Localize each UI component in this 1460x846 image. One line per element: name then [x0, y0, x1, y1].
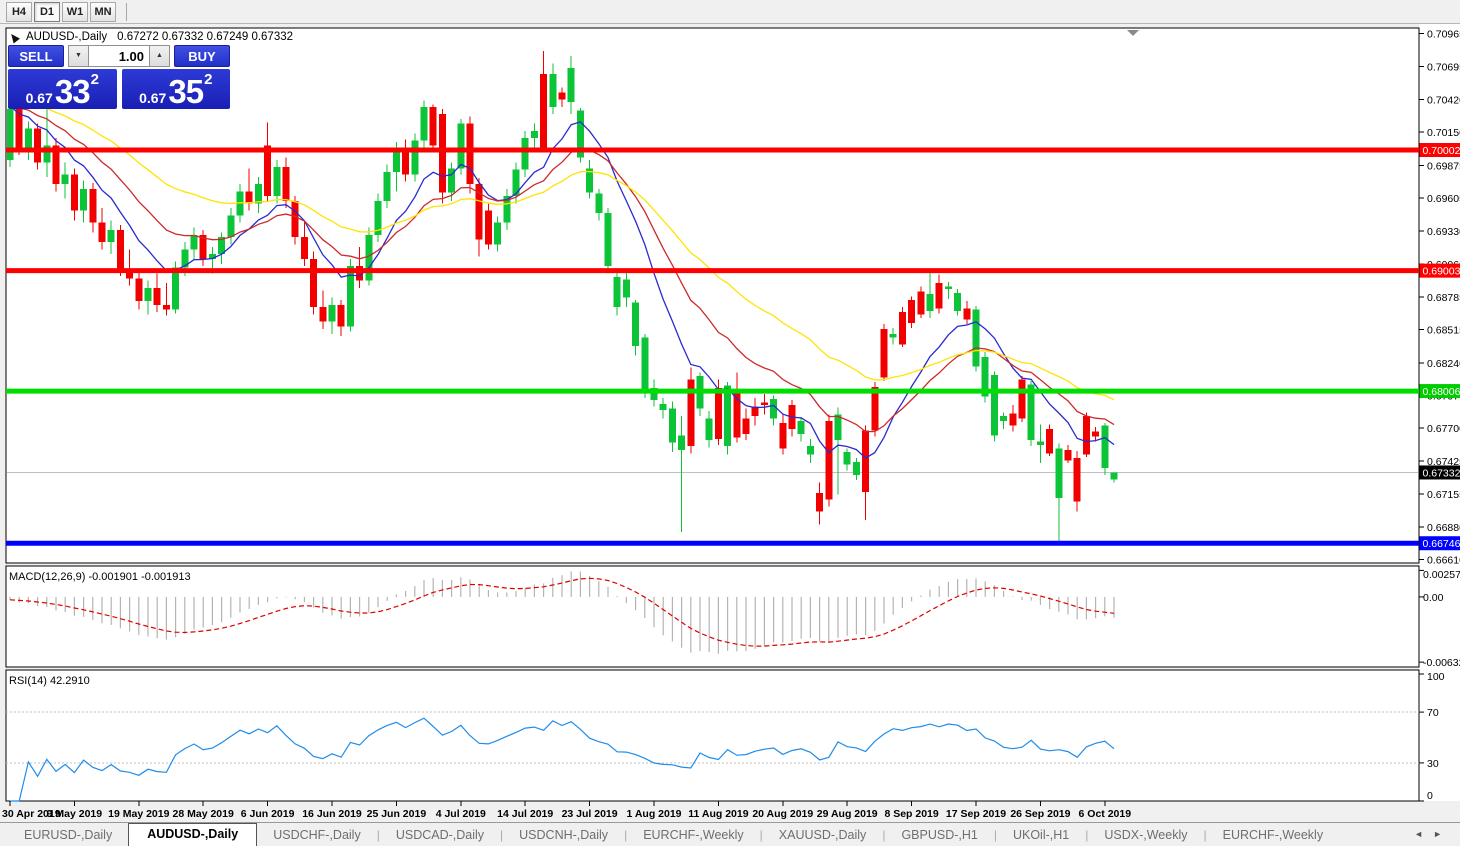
buy-price-box[interactable]: 0.67 35 2 [121, 69, 230, 110]
svg-text:0.66746: 0.66746 [1423, 538, 1460, 550]
chart-tab-eurusd[interactable]: EURUSD-,Daily [8, 825, 128, 846]
svg-text:30: 30 [1427, 758, 1439, 770]
chart-title: AUDUSD-,Daily 0.67272 0.67332 0.67249 0.… [8, 30, 294, 44]
date-label: 23 Jul 2019 [562, 808, 618, 820]
svg-text:0.69605: 0.69605 [1427, 193, 1460, 205]
svg-text:0.70420: 0.70420 [1427, 95, 1460, 107]
svg-text:0.68785: 0.68785 [1427, 292, 1460, 304]
chart-tab-usdcnh[interactable]: USDCNH-,Daily [503, 825, 624, 846]
svg-text:0.69003: 0.69003 [1423, 266, 1460, 278]
chart-tab-usdchf[interactable]: USDCHF-,Daily [257, 825, 377, 846]
chart-tab-gbpusd[interactable]: GBPUSD-,H1 [885, 825, 993, 846]
svg-text:0.68240: 0.68240 [1427, 358, 1460, 370]
crosshair-arrow-icon [8, 30, 20, 44]
volume-decrease-button[interactable]: ▼ [68, 45, 89, 67]
timeframe-button-w1[interactable]: W1 [62, 1, 88, 22]
chart-canvas[interactable]: 0.70965 0.70695 0.70420 0.70150 0.69875 0.696… [0, 24, 1460, 822]
volume-spinner: ▼ ▲ [68, 45, 170, 67]
svg-text:0.67155: 0.67155 [1427, 489, 1460, 501]
svg-text:100: 100 [1427, 671, 1445, 683]
svg-text:0.66880: 0.66880 [1427, 522, 1460, 534]
buy-price-big: 35 [168, 72, 204, 110]
date-label: 8 Sep 2019 [884, 808, 938, 820]
rsi-label: RSI(14) 42.2910 [9, 675, 90, 687]
date-label: 20 Aug 2019 [752, 808, 813, 820]
svg-text:0.67332: 0.67332 [1423, 467, 1460, 479]
svg-text:70: 70 [1427, 707, 1439, 719]
date-label: 11 Aug 2019 [688, 808, 748, 820]
date-label: 26 Sep 2019 [1010, 808, 1070, 820]
svg-text:0.69330: 0.69330 [1427, 226, 1460, 238]
svg-text:0: 0 [1427, 790, 1433, 802]
tab-scroll-arrows[interactable]: ◄► [1414, 829, 1452, 839]
timeframe-button-h4[interactable]: H4 [6, 1, 32, 22]
date-label: 1 Aug 2019 [626, 808, 681, 820]
tab-scroll-left-icon[interactable]: ◄ [1414, 829, 1433, 839]
svg-text:0.00: 0.00 [1423, 592, 1444, 604]
date-label: 6 Jun 2019 [241, 808, 295, 820]
svg-text:0.70695: 0.70695 [1427, 61, 1460, 73]
macd-label: MACD(12,26,9) -0.001901 -0.001913 [9, 571, 191, 583]
svg-text:0.002574: 0.002574 [1423, 569, 1460, 581]
svg-text:0.69875: 0.69875 [1427, 160, 1460, 172]
date-label: 25 Jun 2019 [367, 808, 427, 820]
timeframe-button-d1[interactable]: D1 [34, 1, 60, 22]
svg-text:0.70965: 0.70965 [1427, 29, 1460, 41]
svg-text:-0.006326: -0.006326 [1423, 657, 1460, 669]
chart-tab-ukoil[interactable]: UKOil-,H1 [997, 825, 1085, 846]
sell-price-prefix: 0.67 [25, 90, 53, 106]
svg-text:0.70002: 0.70002 [1423, 145, 1460, 157]
sell-price-pip: 2 [90, 71, 99, 88]
volume-increase-button[interactable]: ▲ [149, 45, 170, 67]
chart-symbol-label: AUDUSD-,Daily [26, 31, 108, 43]
date-label: 29 Aug 2019 [817, 808, 878, 820]
date-label: 19 May 2019 [108, 808, 169, 820]
chart-tab-usdcad[interactable]: USDCAD-,Daily [380, 825, 500, 846]
svg-text:0.68515: 0.68515 [1427, 325, 1460, 337]
timeframe-buttons: H4 D1 W1 MN [6, 1, 118, 22]
date-label: 28 May 2019 [173, 808, 234, 820]
chart-tab-eurchf[interactable]: EURCHF-,Weekly [1207, 825, 1339, 846]
sell-price-big: 33 [54, 72, 91, 110]
timeframe-button-mn[interactable]: MN [90, 1, 116, 22]
chart-ohlc-values: 0.67272 0.67332 0.67249 0.67332 [117, 31, 294, 43]
one-click-trading-panel: SELL ▼ ▲ BUY 0.67 33 2 0.67 35 2 [8, 45, 230, 109]
svg-text:0.67700: 0.67700 [1427, 423, 1460, 435]
svg-text:0.68006: 0.68006 [1423, 386, 1460, 398]
date-label: 4 Jul 2019 [436, 808, 486, 820]
date-label: 16 Jun 2019 [302, 808, 362, 820]
chart-tabs: EURUSD-,Daily AUDUSD-,Daily USDCHF-,Daily |… [8, 823, 1339, 846]
chart-tab-xauusd[interactable]: XAUUSD-,Daily [763, 825, 883, 846]
chart-tab-eurchf[interactable]: EURCHF-,Weekly [627, 825, 759, 846]
buy-price-pip: 2 [204, 71, 213, 88]
buy-button[interactable]: BUY [174, 45, 230, 67]
date-label: 14 Jul 2019 [497, 808, 553, 820]
tab-scroll-right-icon[interactable]: ► [1433, 829, 1452, 839]
volume-input[interactable] [89, 45, 149, 67]
sell-button[interactable]: SELL [8, 45, 64, 67]
chart-tab-usdx[interactable]: USDX-,Weekly [1088, 825, 1203, 846]
svg-text:0.70150: 0.70150 [1427, 127, 1460, 139]
chart-window: 0.70965 0.70695 0.70420 0.70150 0.69875 0.696… [0, 24, 1460, 822]
chart-tab-audusd[interactable]: AUDUSD-,Daily [128, 823, 258, 846]
sell-price-box[interactable]: 0.67 33 2 [8, 69, 117, 109]
date-label: 6 Oct 2019 [1079, 808, 1132, 820]
date-label: 9 May 2019 [47, 808, 103, 820]
chart-tab-bar: EURUSD-,Daily AUDUSD-,Daily USDCHF-,Daily |… [0, 822, 1460, 846]
toolbar-separator [126, 2, 127, 21]
svg-text:0.66610: 0.66610 [1427, 555, 1460, 567]
timeframe-toolbar: H4 D1 W1 MN [0, 0, 1460, 24]
buy-price-prefix: 0.67 [139, 90, 167, 106]
date-label: 17 Sep 2019 [946, 808, 1006, 820]
